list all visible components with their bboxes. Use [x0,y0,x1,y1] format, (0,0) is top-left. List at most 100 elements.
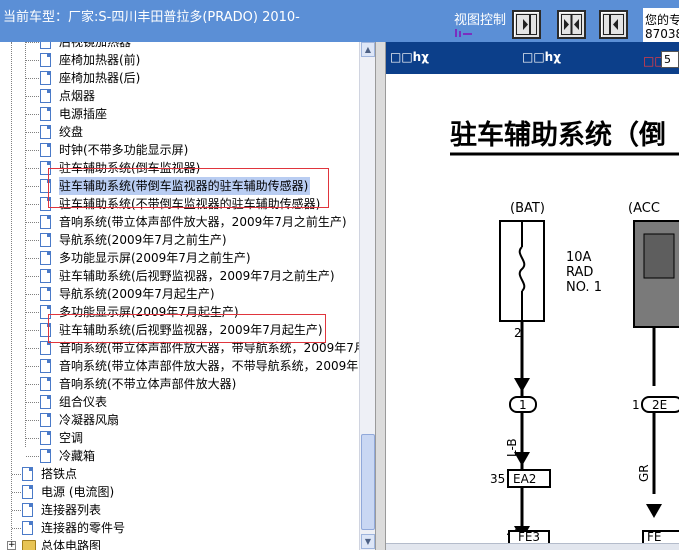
tree-item-label: 座椅加热器(后) [59,71,141,85]
tree-item-label: 组合仪表 [59,395,108,409]
folder-icon [22,540,36,550]
document-icon [22,503,33,517]
pane-splitter[interactable] [375,42,386,550]
highlight-box [48,314,326,343]
tree-item[interactable]: 电源插座 [0,105,359,123]
tree-item[interactable]: 音响系统(带立体声部件放大器，不带导航系统，2009年7 [0,357,366,375]
tree-scrollbar[interactable]: ▲ ▼ [359,42,375,550]
expand-left-pane-button[interactable] [599,10,628,39]
diagram-pane: □□hχ □□hχ □□j 5 驻车辅助系统（倒 (BAT) 10A RAD N… [386,42,679,550]
corner-text-bottom: 87038 [645,27,679,41]
tree-item-label: 点烟器 [59,89,96,103]
document-icon [22,521,33,535]
view-control-indicator-icon [455,29,472,37]
tree-item[interactable]: 绞盘 [0,123,359,141]
tree-item-label: 时钟(不带多功能显示屏) [59,143,189,157]
document-icon [40,89,51,103]
tree-item[interactable]: 空调 [0,429,359,447]
scroll-down-button[interactable]: ▼ [361,534,375,549]
document-icon [40,269,51,283]
tree-item[interactable]: 座椅加热器(前) [0,51,359,69]
tree-item-label: 音响系统(不带立体声部件放大器) [59,377,237,391]
tree-item-label: 冷凝器风扇 [59,413,120,427]
header-label-left: □□hχ [390,50,429,64]
fuse-icon [518,246,526,292]
expand-right-pane-button[interactable] [512,10,541,39]
scroll-up-button[interactable]: ▲ [361,42,375,57]
tree-item-label: 电源 (电流图) [41,485,115,499]
tree-item-label: 连接器列表 [41,503,102,517]
tree-item[interactable]: 冷藏箱 [0,447,359,465]
tree-item[interactable]: 点烟器 [0,87,359,105]
pane-left-icon [603,14,624,35]
expand-toggle[interactable]: + [7,541,16,550]
document-icon [40,107,51,121]
tree-folder[interactable]: + 总体电路图 [0,537,359,550]
connector-2e-label: 2E [652,398,667,412]
fuse-amp: 10A [566,250,592,265]
tree-item-label: 多功能显示屏(2009年7月之前生产) [59,251,251,265]
document-icon [40,143,51,157]
tree-item-label: 电源插座 [59,107,108,121]
tree-item[interactable]: 冷凝器风扇 [0,411,359,429]
tree-item-label: 空调 [59,431,84,445]
title-bar: 当前车型：厂家:S-四川丰田普拉多(PRADO) 2010- 视图控制 您的专 … [0,0,679,42]
tree-item-label: 连接器的零件号 [41,521,126,535]
tree-item[interactable]: 搭铁点 [0,465,359,483]
tree-item-label: 绞盘 [59,125,84,139]
document-icon [40,42,51,49]
split-view-icon [561,14,582,35]
view-control-label: 视图控制 [454,13,507,28]
tree-item[interactable]: 连接器的零件号 [0,519,359,537]
connector-1-label: 1 [519,398,527,412]
tree-item[interactable]: 连接器列表 [0,501,359,519]
flow-arrow-icon [514,452,530,466]
document-icon [40,71,51,85]
document-icon [40,413,51,427]
wiring-diagram: 驻车辅助系统（倒 (BAT) 10A RAD NO. 1 2 1 L-B 35 … [450,119,679,543]
scroll-thumb[interactable] [361,434,375,530]
tree-item-label: 座椅加热器(前) [59,53,141,67]
tree-item[interactable]: 组合仪表 [0,393,359,411]
tree-item[interactable]: 导航系统(2009年7月之前生产) [0,231,359,249]
tree-item[interactable]: 驻车辅助系统(后视野监视器，2009年7月之前生产) [0,267,359,285]
document-icon [40,215,51,229]
tree-item-label: 冷藏箱 [59,449,96,463]
tree-item[interactable]: 座椅加热器(后) [0,69,359,87]
tree-item[interactable]: 后视镜加热器 [0,42,359,51]
tree-item[interactable]: 音响系统(不带立体声部件放大器) [0,375,359,393]
fuse-name-2: NO. 1 [566,280,602,295]
diagram-title: 驻车辅助系统（倒 [450,119,666,151]
tree-item[interactable]: 音响系统(带立体声部件放大器，2009年7月之前生产) [0,213,359,231]
connector-fe-label: FE [647,530,662,544]
bat-label: (BAT) [510,201,545,216]
document-icon [40,431,51,445]
document-icon [22,485,33,499]
document-icon [40,377,51,391]
tree-item-label: 驻车辅助系统(后视野监视器，2009年7月之前生产) [59,269,335,283]
tree-item-label: 导航系统(2009年7月之前生产) [59,233,227,247]
tree-item-label: 后视镜加热器 [59,42,132,49]
highlight-box [48,168,329,208]
pin-1-right: 1 [632,398,640,412]
tree-item[interactable]: 导航系统(2009年7月起生产) [0,285,359,303]
tree-item-label: 音响系统(带立体声部件放大器，2009年7月之前生产) [59,215,347,229]
info-corner: 您的专 87038 [643,8,679,42]
tree-item[interactable]: 多功能显示屏(2009年7月之前生产) [0,249,359,267]
tree-item-label: 搭铁点 [41,467,78,481]
split-view-button[interactable] [557,10,586,39]
diagram-horizontal-scrollbar[interactable] [386,543,679,550]
page-number-input[interactable]: 5 [661,51,679,68]
document-icon [40,233,51,247]
flow-arrow-icon [646,504,662,518]
flow-arrow-icon [514,378,530,392]
document-icon [40,125,51,139]
tree-item[interactable]: 时钟(不带多功能显示屏) [0,141,359,159]
current-model-title: 当前车型：厂家:S-四川丰田普拉多(PRADO) 2010- [3,10,300,25]
document-icon [40,359,51,373]
pin-2: 2 [514,326,522,340]
document-icon [40,395,51,409]
connector-fe3-label: FE3 [517,530,541,544]
document-icon [40,251,51,265]
tree-item[interactable]: 电源 (电流图) [0,483,359,501]
